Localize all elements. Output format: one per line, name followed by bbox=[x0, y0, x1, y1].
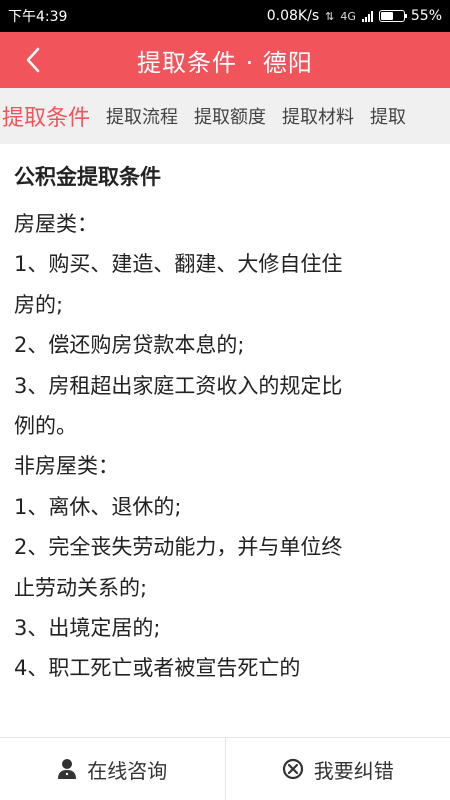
content-line: 例的。 bbox=[14, 414, 77, 439]
tab-amount[interactable]: 提取额度 bbox=[186, 103, 274, 129]
tab-conditions[interactable]: 提取条件 bbox=[0, 100, 98, 132]
error-circle-icon bbox=[282, 758, 303, 780]
online-consult-button[interactable]: 在线咨询 bbox=[0, 738, 225, 800]
content-line: 3、出境定居的; bbox=[14, 616, 161, 641]
chevron-left-icon bbox=[26, 47, 40, 73]
bottom-action-bar: 在线咨询 我要纠错 bbox=[0, 737, 450, 800]
app-header: 提取条件 · 德阳 bbox=[0, 32, 450, 88]
section-title: 公积金提取条件 bbox=[14, 165, 161, 189]
battery-icon bbox=[378, 10, 407, 22]
tab-more[interactable]: 提取 bbox=[362, 103, 414, 129]
content-line: 3、房租超出家庭工资收入的规定比 bbox=[14, 373, 343, 398]
report-error-button[interactable]: 我要纠错 bbox=[226, 738, 450, 800]
status-indicators: 0.08K/s ⇅ 4G 55% bbox=[267, 8, 442, 24]
status-time: 下午4:39 bbox=[8, 9, 68, 25]
content-line: 2、偿还购房贷款本息的; bbox=[14, 333, 245, 358]
signal-icon bbox=[361, 10, 373, 22]
network-speed: 0.08K/s bbox=[266, 8, 320, 24]
content-line: 1、离休、退休的; bbox=[14, 494, 182, 519]
online-consult-label: 在线咨询 bbox=[87, 758, 168, 783]
tab-bar: 提取条件 提取流程 提取额度 提取材料 提取 bbox=[0, 88, 450, 144]
content-line: 4、职工死亡或者被宣告死亡的 bbox=[14, 656, 301, 681]
network-type: 4G bbox=[340, 9, 356, 23]
battery-percent: 55% bbox=[410, 8, 442, 24]
content-line: 房的; bbox=[14, 292, 64, 317]
tab-process[interactable]: 提取流程 bbox=[98, 103, 186, 129]
content-line: 止劳动关系的; bbox=[14, 575, 148, 600]
content-line: 1、购买、建造、翻建、大修自住住 bbox=[14, 252, 343, 277]
report-error-label: 我要纠错 bbox=[313, 758, 394, 783]
person-icon bbox=[58, 759, 77, 779]
tab-materials[interactable]: 提取材料 bbox=[274, 103, 362, 129]
main-content: 公积金提取条件 房屋类： 1、购买、建造、翻建、大修自住住 房的; 2、偿还购房… bbox=[14, 150, 434, 689]
content-line: 2、完全丧失劳动能力，并与单位终 bbox=[14, 535, 343, 560]
status-bar: 下午4:39 0.08K/s ⇅ 4G 55% bbox=[0, 0, 450, 32]
data-transfer-icon: ⇅ bbox=[325, 9, 335, 23]
back-button[interactable] bbox=[18, 44, 48, 76]
content-line: 非房屋类： bbox=[14, 454, 119, 479]
page-title: 提取条件 · 德阳 bbox=[137, 48, 313, 77]
content-line: 房屋类： bbox=[14, 212, 98, 236]
